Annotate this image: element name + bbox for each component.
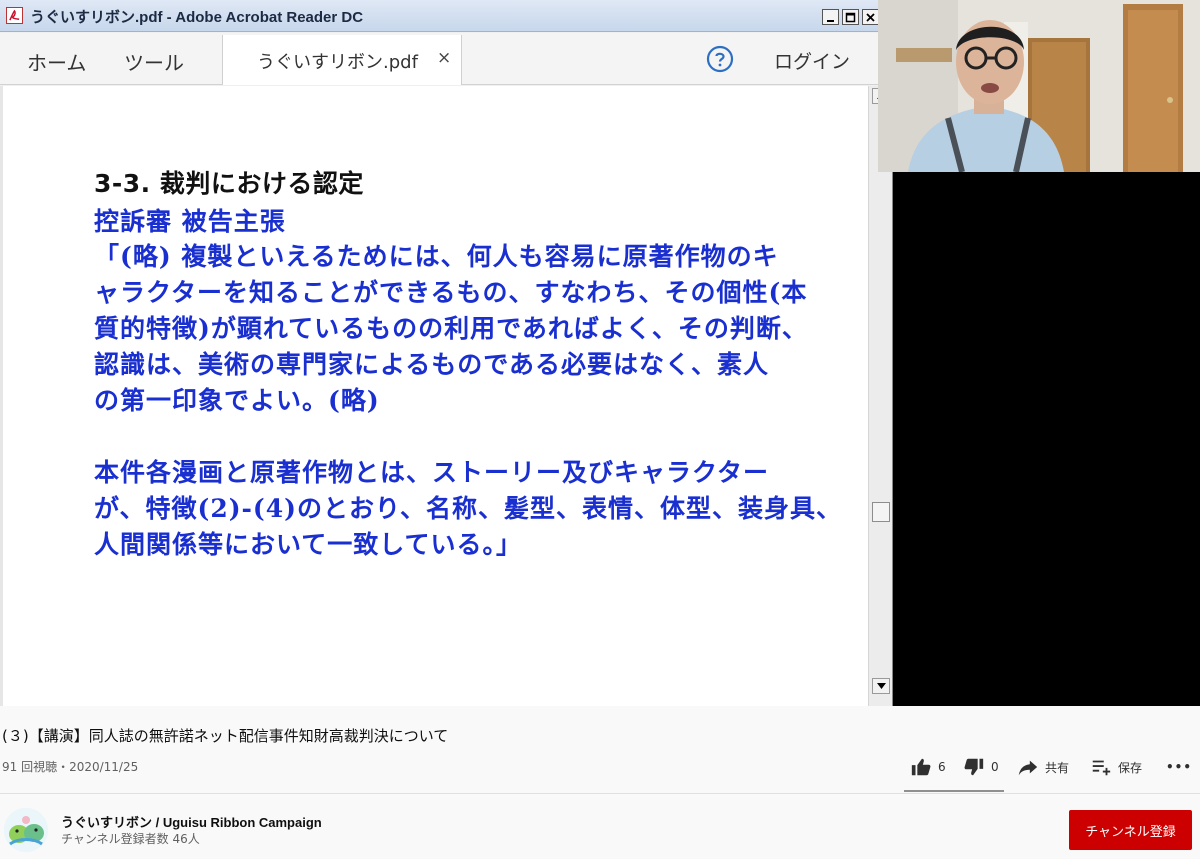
uguisu-bird-logo bbox=[4, 808, 48, 852]
close-tab-icon[interactable]: × bbox=[437, 48, 451, 68]
acrobat-window: うぐいすリボン.pdf - Adobe Acrobat Reader DC ホー… bbox=[0, 0, 893, 706]
scroll-down-icon[interactable] bbox=[872, 678, 890, 694]
thumbs-down-icon bbox=[964, 758, 984, 776]
document-tab[interactable]: うぐいすリボン.pdf × bbox=[222, 35, 462, 85]
like-count: 6 bbox=[938, 760, 946, 774]
slide-line: 「(略) 複製といえるためには、何人も容易に原著作物のキ bbox=[94, 242, 779, 271]
slide-line: 認識は、美術の専門家によるものである必要はなく、素人 bbox=[94, 350, 770, 379]
slide-line: 本件各漫画と原著作物とは、ストーリー及びキャラクター bbox=[94, 458, 770, 487]
window-title: うぐいすリボン.pdf - Adobe Acrobat Reader DC bbox=[30, 9, 364, 26]
dislike-count: 0 bbox=[991, 760, 999, 774]
video-player[interactable]: うぐいすリボン.pdf - Adobe Acrobat Reader DC ホー… bbox=[0, 0, 1200, 706]
menu-home[interactable]: ホーム bbox=[27, 47, 86, 76]
slide-line: 控訴審 被告主張 bbox=[94, 207, 286, 236]
slide-line: 質的特徴)が顕れているものの利用であればよく、その判断、 bbox=[94, 314, 808, 343]
video-view-date: 91 回視聴・2020/11/25 bbox=[2, 760, 139, 774]
acrobat-app-icon bbox=[6, 7, 23, 24]
save-label: 保存 bbox=[1118, 760, 1143, 775]
slide-line: 人間関係等において一致している。」 bbox=[94, 530, 523, 559]
share-label: 共有 bbox=[1045, 760, 1070, 775]
add-to-playlist-icon bbox=[1092, 760, 1111, 776]
like-dislike-ratio-bar bbox=[904, 790, 1004, 792]
slide-heading: 3-3. 裁判における認定 bbox=[94, 169, 364, 198]
slide-line: が、特徴(2)-(4)のとおり、名称、髪型、表情、体型、装身具、 bbox=[94, 494, 842, 523]
page-edge bbox=[0, 86, 3, 706]
like-button[interactable]: 6 bbox=[910, 756, 946, 778]
share-button[interactable]: 共有 bbox=[1017, 756, 1069, 778]
divider bbox=[0, 793, 1200, 794]
more-actions-icon[interactable]: ••• bbox=[1166, 756, 1192, 778]
help-icon[interactable] bbox=[706, 45, 734, 73]
maximize-icon[interactable] bbox=[842, 9, 859, 25]
speaker-video-image bbox=[878, 0, 1200, 172]
slide-line: の第一印象でよい。(略) bbox=[94, 386, 380, 415]
acrobat-titlebar: うぐいすリボン.pdf - Adobe Acrobat Reader DC bbox=[0, 0, 893, 32]
thumbs-up-icon bbox=[911, 758, 931, 776]
subscribe-button[interactable]: チャンネル登録 bbox=[1069, 810, 1192, 850]
subscriber-count: チャンネル登録者数 46人 bbox=[61, 832, 200, 846]
vertical-scrollbar[interactable] bbox=[868, 86, 892, 706]
video-title: (３)【講演】同人誌の無許諾ネット配信事件知財高裁判決について bbox=[2, 727, 449, 745]
scroll-thumb[interactable] bbox=[872, 502, 890, 522]
slide-line: ャラクターを知ることができるもの、すなわち、その個性(本 bbox=[94, 278, 808, 307]
dislike-button[interactable]: 0 bbox=[963, 756, 999, 778]
save-button[interactable]: 保存 bbox=[1090, 756, 1142, 778]
document-tab-label: うぐいすリボン.pdf bbox=[257, 52, 418, 73]
menu-tools[interactable]: ツール bbox=[124, 47, 184, 76]
minimize-icon[interactable] bbox=[822, 9, 839, 25]
login-button[interactable]: ログイン bbox=[774, 47, 850, 74]
acrobat-menubar: ホーム ツール うぐいすリボン.pdf × ログイン bbox=[0, 33, 893, 85]
pdf-page: 3-3. 裁判における認定 控訴審 被告主張 「(略) 複製といえるためには、何… bbox=[0, 86, 868, 706]
channel-avatar[interactable] bbox=[4, 808, 48, 852]
webcam-overlay bbox=[878, 0, 1200, 172]
channel-name[interactable]: うぐいすリボン / Uguisu Ribbon Campaign bbox=[61, 812, 322, 831]
close-window-icon[interactable] bbox=[862, 9, 879, 25]
share-icon bbox=[1018, 760, 1038, 776]
